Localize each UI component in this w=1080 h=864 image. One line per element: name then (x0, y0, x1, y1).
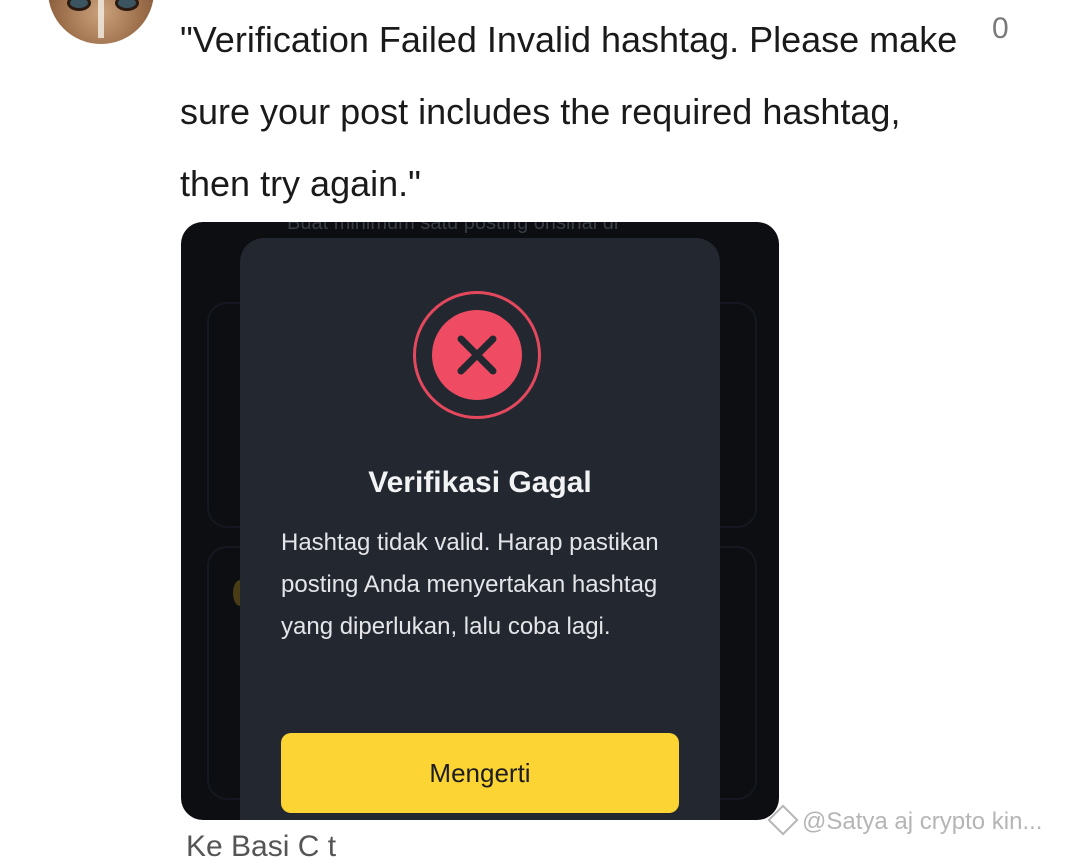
error-icon-ring (413, 291, 541, 419)
avatar-eye-right (118, 0, 136, 8)
avatar[interactable] (48, 0, 154, 44)
attached-screenshot[interactable]: Buat minimum satu posting orisinal di Ve… (181, 222, 779, 820)
watermark: @Satya aj crypto kin... (767, 804, 1043, 836)
verification-dialog: Verifikasi Gagal Hashtag tidak valid. Ha… (240, 238, 720, 820)
comment-text: "Verification Failed Invalid hashtag. Pl… (180, 19, 958, 204)
background-hint-text: Buat minimum satu posting orisinal di (287, 222, 619, 234)
close-x-icon (457, 335, 497, 375)
mengerti-button[interactable]: Mengerti (281, 733, 679, 813)
dialog-title: Verifikasi Gagal (368, 466, 592, 499)
avatar-eye-left (70, 0, 88, 8)
error-x-icon (432, 310, 522, 400)
avatar-face-paint (98, 0, 104, 38)
dialog-message: Hashtag tidak valid. Harap pastikan post… (281, 529, 659, 640)
partial-text-below: Ke Basi C t (186, 830, 337, 863)
binance-logo-icon (767, 804, 799, 836)
watermark-text: @Satya aj crypto kin... (802, 808, 1043, 835)
like-count[interactable]: 0 (992, 12, 1009, 46)
